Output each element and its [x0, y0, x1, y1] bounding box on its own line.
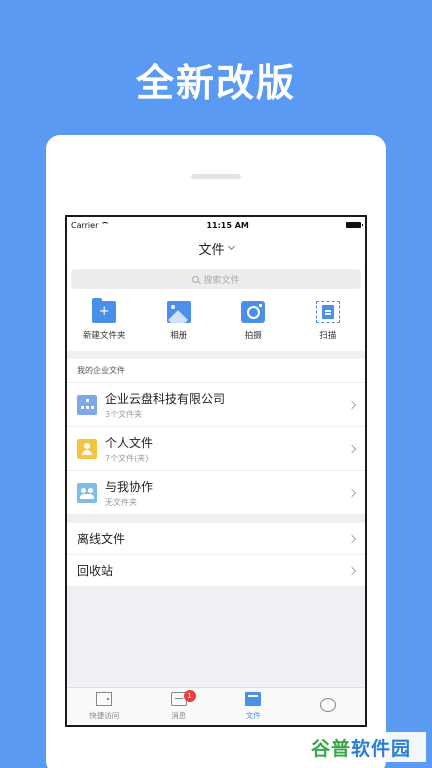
tab-files[interactable]: 文件 — [216, 688, 291, 725]
action-label: 相册 — [170, 331, 188, 341]
chevron-right-icon — [347, 566, 357, 575]
profile-icon — [319, 697, 336, 712]
tab-quick-access[interactable]: 快捷访问 — [67, 688, 142, 725]
phone-frame: Carrier 11:15 AM 文件 搜索文件 + 新建文件夹 相册 拍摄 扫… — [46, 135, 386, 768]
item-name: 企业云盘科技有限公司 — [105, 391, 226, 406]
tab-messages[interactable]: 1 消息 — [142, 688, 217, 725]
item-name: 离线文件 — [77, 532, 126, 546]
action-label: 拍摄 — [244, 331, 262, 341]
search-placeholder: 搜索文件 — [203, 275, 240, 286]
app-screen: Carrier 11:15 AM 文件 搜索文件 + 新建文件夹 相册 拍摄 扫… — [65, 215, 367, 727]
scan-button[interactable]: 扫描 — [293, 301, 363, 341]
org-icon — [77, 394, 97, 415]
list-item-personal[interactable]: 个人文件 7个文件(夹) — [67, 427, 365, 471]
carrier-label: Carrier — [71, 220, 99, 230]
list-item-offline[interactable]: 离线文件 — [67, 523, 365, 555]
item-sub: 无文件夹 — [105, 497, 137, 507]
quick-actions: + 新建文件夹 相册 拍摄 扫描 — [67, 295, 365, 351]
status-bar: Carrier 11:15 AM — [67, 217, 365, 233]
search-input[interactable]: 搜索文件 — [71, 269, 361, 289]
tab-bar: 快捷访问 1 消息 文件 — [67, 687, 365, 725]
wifi-icon — [101, 222, 110, 228]
camera-button[interactable]: 拍摄 — [218, 301, 288, 341]
tab-label: 文件 — [245, 711, 261, 720]
watermark-logo: 谷普 软件园 — [296, 732, 426, 762]
new-folder-icon: + — [92, 298, 117, 323]
phone-speaker — [191, 174, 241, 179]
nav-title[interactable]: 文件 — [198, 239, 224, 258]
tab-label: 快捷访问 — [89, 711, 120, 720]
chevron-down-icon[interactable] — [227, 242, 235, 251]
action-label: 新建文件夹 — [82, 331, 126, 341]
album-icon — [166, 301, 191, 323]
chevron-right-icon — [347, 534, 357, 543]
unread-badge: 1 — [183, 690, 196, 702]
door-icon — [96, 692, 113, 706]
collaboration-icon — [77, 482, 97, 503]
item-name: 回收站 — [77, 564, 114, 578]
item-name: 与我协作 — [105, 479, 154, 494]
tab-label: 消息 — [171, 711, 187, 720]
status-time: 11:15 AM — [206, 220, 249, 230]
watermark-part1: 谷普 — [310, 737, 351, 760]
chevron-right-icon — [347, 444, 357, 453]
new-folder-button[interactable]: + 新建文件夹 — [69, 298, 139, 341]
list-item-enterprise[interactable]: 企业云盘科技有限公司 3个文件夹 — [67, 383, 365, 427]
list-item-trash[interactable]: 回收站 — [67, 555, 365, 587]
enterprise-section-label: 我的企业文件 — [67, 359, 365, 383]
action-label: 扫描 — [319, 331, 337, 341]
nav-bar[interactable]: 文件 — [67, 233, 365, 263]
watermark-part2: 软件园 — [351, 737, 412, 760]
album-button[interactable]: 相册 — [144, 301, 214, 341]
promo-headline: 全新改版 — [135, 61, 296, 105]
list-item-collaboration[interactable]: 与我协作 无文件夹 — [67, 471, 365, 515]
battery-icon — [345, 222, 363, 228]
scan-icon — [315, 301, 340, 323]
chevron-right-icon — [347, 488, 357, 497]
camera-icon — [241, 301, 266, 323]
chevron-right-icon — [347, 400, 357, 409]
item-sub: 3个文件夹 — [105, 409, 143, 419]
tab-profile[interactable] — [291, 688, 366, 725]
item-sub: 7个文件(夹) — [105, 453, 149, 463]
file-icon — [245, 692, 262, 706]
search-container: 搜索文件 — [67, 263, 365, 295]
search-icon — [192, 275, 200, 283]
person-icon — [77, 438, 97, 459]
item-name: 个人文件 — [105, 435, 154, 450]
